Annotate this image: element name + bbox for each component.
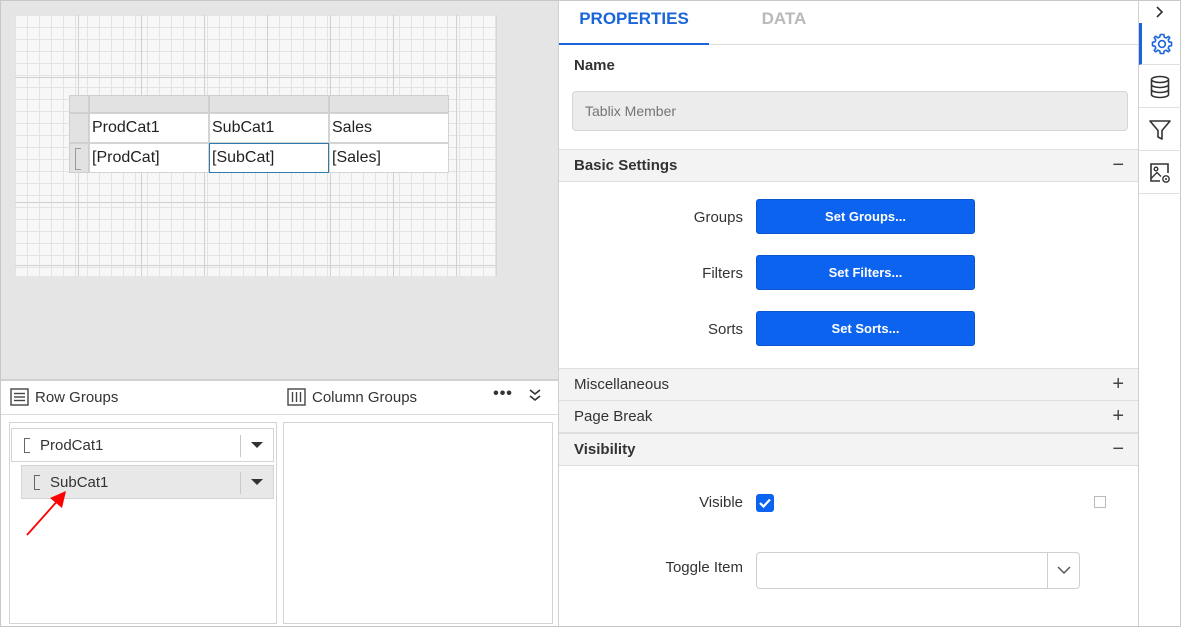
page-break-header[interactable]: Page Break +	[559, 400, 1138, 433]
checkmark-icon	[759, 498, 771, 509]
column-groups-header: Column Groups	[287, 386, 417, 408]
database-icon	[1150, 75, 1170, 98]
row-handle-group[interactable]	[69, 143, 89, 173]
name-label: Name	[574, 57, 615, 74]
toggle-item-label: Toggle Item	[665, 559, 743, 576]
row-group-label: ProdCat1	[40, 436, 104, 454]
set-sorts-button[interactable]: Set Sorts...	[756, 311, 975, 346]
column-groups-icon	[287, 388, 306, 406]
column-handle[interactable]	[209, 95, 329, 113]
tab-properties[interactable]: PROPERTIES	[559, 1, 709, 45]
properties-toolbar-button[interactable]	[1139, 23, 1181, 65]
row-group-item[interactable]: ProdCat1	[11, 428, 274, 462]
panel-tabs: PROPERTIES DATA	[559, 1, 1138, 45]
sorts-label: Sorts	[707, 321, 743, 338]
right-toolbar	[1138, 1, 1181, 626]
visible-label: Visible	[699, 494, 743, 511]
detail-cell[interactable]: [Sales]	[329, 143, 449, 173]
collapse-icon: −	[1112, 438, 1124, 460]
column-groups-title: Column Groups	[312, 388, 418, 406]
tab-data[interactable]: DATA	[709, 1, 859, 45]
filter-icon	[1149, 119, 1171, 140]
group-bracket-icon	[75, 148, 81, 170]
column-handle[interactable]	[329, 95, 449, 113]
row-groups-title: Row Groups	[35, 388, 119, 406]
filter-toolbar-button[interactable]	[1139, 109, 1181, 151]
more-options-button[interactable]: •••	[491, 386, 515, 407]
expand-icon: +	[1112, 373, 1124, 395]
filters-label: Filters	[702, 265, 743, 282]
visible-checkbox[interactable]	[756, 494, 774, 512]
expand-panel-button[interactable]	[1139, 1, 1181, 23]
grouping-panel: Row Groups Column Groups ••• ProdCat1 Su…	[1, 379, 558, 626]
expand-icon: +	[1112, 405, 1124, 427]
section-title: Basic Settings	[574, 157, 678, 174]
row-groups-header: Row Groups	[10, 386, 118, 408]
name-field[interactable]	[572, 91, 1128, 131]
row-groups-icon	[10, 388, 29, 406]
toggle-item-dropdown[interactable]	[756, 552, 1080, 589]
gear-icon	[1151, 33, 1172, 54]
expression-checkbox[interactable]	[1094, 496, 1106, 508]
annotation-arrow-icon	[26, 491, 66, 536]
basic-settings-header[interactable]: Basic Settings −	[559, 149, 1138, 182]
set-filters-button[interactable]: Set Filters...	[756, 255, 975, 290]
column-groups-list	[283, 422, 553, 624]
header-cell[interactable]: ProdCat1	[89, 113, 209, 143]
column-handle[interactable]	[89, 95, 209, 113]
guide-line	[15, 202, 496, 203]
caret-down-icon	[251, 479, 263, 485]
image-settings-toolbar-button[interactable]	[1139, 152, 1181, 194]
miscellaneous-header[interactable]: Miscellaneous +	[559, 368, 1138, 401]
guide-line	[456, 15, 457, 276]
guide-line	[15, 265, 496, 266]
grouping-panel-header: Row Groups Column Groups •••	[1, 381, 558, 415]
header-cell[interactable]: SubCat1	[209, 113, 329, 143]
caret-down-icon	[251, 442, 263, 448]
detail-cell[interactable]: [ProdCat]	[89, 143, 209, 173]
chevron-right-icon	[1156, 6, 1164, 18]
collapse-panel-button[interactable]	[527, 387, 545, 407]
double-chevron-down-icon	[529, 389, 541, 402]
collapse-icon: −	[1112, 154, 1124, 176]
header-cell[interactable]: Sales	[329, 113, 449, 143]
groups-label: Groups	[693, 209, 743, 226]
group-bracket-icon	[24, 437, 30, 453]
design-canvas: ProdCat1 SubCat1 Sales [ProdCat] [SubCat…	[1, 1, 558, 379]
row-handle[interactable]	[69, 113, 89, 143]
report-body[interactable]: ProdCat1 SubCat1 Sales [ProdCat] [SubCat…	[15, 15, 497, 276]
section-title: Visibility	[574, 441, 636, 458]
set-groups-button[interactable]: Set Groups...	[756, 199, 975, 234]
visibility-header[interactable]: Visibility −	[559, 433, 1138, 466]
row-group-dropdown-button[interactable]	[241, 466, 273, 498]
detail-cell-selected[interactable]: [SubCat]	[209, 143, 329, 173]
chevron-down-icon	[1057, 566, 1071, 575]
section-title: Page Break	[574, 408, 653, 425]
row-group-dropdown-button[interactable]	[241, 429, 273, 461]
divider	[1047, 553, 1048, 588]
properties-panel: PROPERTIES DATA Name Basic Settings − Gr…	[558, 1, 1138, 626]
image-settings-icon	[1150, 162, 1170, 183]
data-toolbar-button[interactable]	[1139, 66, 1181, 108]
section-title: Miscellaneous	[574, 376, 670, 393]
tablix-corner-handle[interactable]	[69, 95, 89, 113]
guide-line	[15, 77, 496, 78]
